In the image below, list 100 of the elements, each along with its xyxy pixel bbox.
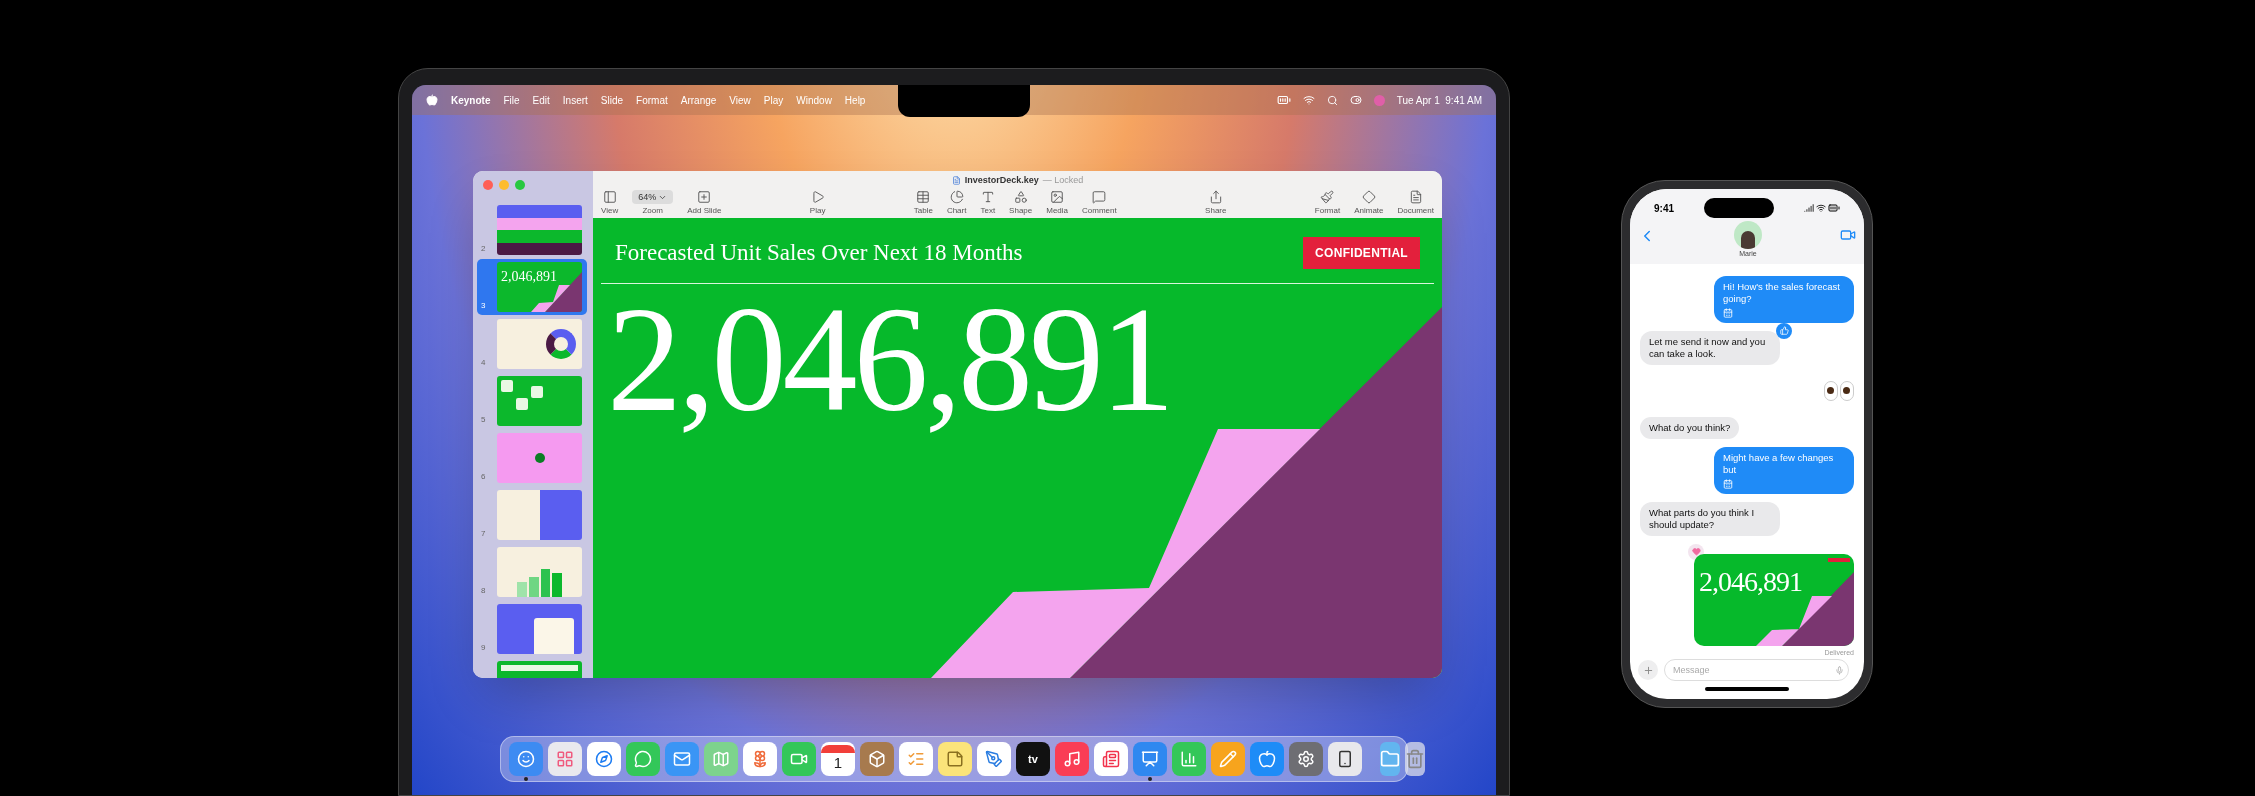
play-icon — [810, 190, 825, 205]
slide-row[interactable]: 2 — [477, 202, 587, 258]
preview-figure: 2,046,891 — [1699, 567, 1802, 596]
microphone-icon[interactable] — [1835, 665, 1844, 675]
battery-icon[interactable] — [1276, 93, 1291, 107]
checklist-icon[interactable] — [899, 742, 933, 776]
slide-row[interactable]: 6 — [477, 430, 587, 486]
sales-figure: 2,046,891 — [606, 283, 1172, 434]
envelope-icon[interactable] — [665, 742, 699, 776]
toolbar-button[interactable]: Add Slide — [683, 190, 726, 216]
menu-item[interactable]: Slide — [600, 92, 624, 108]
menu-item[interactable]: File — [503, 92, 520, 108]
app-grid-icon[interactable] — [548, 742, 582, 776]
wifi-icon[interactable] — [1302, 94, 1315, 106]
search-icon[interactable] — [1326, 94, 1338, 106]
slide-thumbnail[interactable] — [497, 376, 582, 426]
slide-number: 7 — [481, 528, 487, 540]
slide-thumbnail[interactable] — [497, 547, 582, 597]
toolbar-button[interactable]: Chart — [942, 190, 971, 216]
slide-thumbnail[interactable] — [497, 604, 582, 654]
menu-item[interactable]: Help — [844, 92, 866, 108]
bar-chart-icon[interactable] — [1172, 742, 1206, 776]
diamond-icon — [1361, 190, 1376, 205]
toolbar-button[interactable]: Media — [1042, 190, 1073, 216]
avatar-icon[interactable] — [1734, 221, 1762, 249]
toolbar-button[interactable]: 64% Zoom — [628, 190, 678, 216]
drawing-icon[interactable] — [977, 742, 1011, 776]
slide-number: 9 — [481, 642, 487, 654]
colored-orb-icon[interactable] — [1373, 94, 1385, 106]
folder-icon[interactable] — [1380, 742, 1400, 776]
menu-item[interactable]: Edit — [532, 92, 550, 108]
toolbar-button[interactable]: Comment — [1078, 190, 1121, 216]
menu-item[interactable]: View — [729, 92, 751, 108]
pie-chart-icon — [949, 190, 964, 205]
slide-row[interactable]: 9 — [477, 601, 587, 657]
flower-icon[interactable] — [743, 742, 777, 776]
toolbar-button[interactable]: Shape — [1005, 190, 1037, 216]
music-note-icon[interactable] — [1055, 742, 1089, 776]
image-icon — [1050, 190, 1065, 205]
chat-bubble-icon[interactable] — [626, 742, 660, 776]
toolbar-button[interactable]: Format — [1310, 190, 1345, 216]
sidebar-icon — [602, 190, 617, 205]
slide-thumbnail[interactable] — [497, 205, 582, 255]
selected-slide-row[interactable]: 3 2,046,891 — [477, 259, 587, 315]
slide-row[interactable]: 4 — [477, 316, 587, 372]
menu-item[interactable]: Arrange — [680, 92, 717, 108]
slide-row[interactable]: 8 — [477, 544, 587, 600]
menu-item[interactable]: Keynote — [451, 92, 491, 108]
received-message: What do you think? — [1640, 416, 1740, 439]
phone-icon[interactable] — [1328, 742, 1362, 776]
slide-thumbnail[interactable]: 2,046,891 — [497, 262, 582, 312]
slide-row[interactable]: 7 — [477, 487, 587, 543]
pencil-icon[interactable] — [1211, 742, 1245, 776]
smiling-face-icon[interactable] — [509, 742, 543, 776]
signal-icon — [1804, 203, 1814, 213]
menu-item[interactable]: Window — [796, 92, 832, 108]
toolbar-button[interactable]: Document — [1393, 190, 1438, 216]
slide-number: 4 — [481, 357, 487, 369]
gear-icon[interactable] — [1289, 742, 1323, 776]
plus-icon[interactable] — [1638, 660, 1658, 680]
toolbar-button[interactable]: Text — [976, 190, 1000, 216]
message-field[interactable]: Message — [1664, 659, 1849, 681]
toolbar-button[interactable]: Animate — [1350, 190, 1388, 216]
slide-number: 8 — [481, 585, 487, 597]
slide-number: 2 — [481, 243, 487, 255]
notepad-icon[interactable] — [938, 742, 972, 776]
menu-item[interactable]: Insert — [562, 92, 588, 108]
tv-icon[interactable]: tv — [1016, 742, 1050, 776]
table-icon — [916, 190, 931, 205]
map-icon[interactable] — [704, 742, 738, 776]
toggle-icon[interactable] — [1349, 94, 1362, 106]
thumbnail-figure: 2,046,891 — [500, 268, 558, 284]
apple-logo-icon[interactable] — [426, 94, 438, 106]
menu-item[interactable]: Format — [636, 92, 668, 108]
slide-thumbnail[interactable] — [497, 490, 582, 540]
newspaper-icon[interactable] — [1094, 742, 1128, 776]
toolbar-button[interactable]: Share — [1201, 190, 1231, 216]
close-button[interactable] — [483, 180, 493, 190]
slide-title: Forecasted Unit Sales Over Next 18 Months — [615, 239, 1023, 267]
message-text: Might have a few changes but — [1723, 451, 1835, 476]
video-camera-icon[interactable] — [1840, 227, 1856, 243]
menu-clock[interactable]: Tue Apr 1 9:41 AM — [1396, 92, 1482, 108]
shapes-icon — [1013, 190, 1028, 205]
document-icon — [1408, 190, 1423, 205]
calendar-icon[interactable]: 1 — [821, 742, 855, 776]
presentation-icon[interactable] — [1133, 742, 1167, 776]
toolbar-button[interactable]: Table — [909, 190, 937, 216]
slide-thumbnail[interactable] — [497, 433, 582, 483]
video-camera-icon[interactable] — [782, 742, 816, 776]
paintbrush-icon — [1320, 190, 1335, 205]
confidential-mark — [1828, 557, 1850, 562]
trash-icon[interactable] — [1405, 742, 1425, 776]
slide-thumbnail[interactable] — [497, 319, 582, 369]
menu-item[interactable]: Play — [763, 92, 784, 108]
compass-icon[interactable] — [587, 742, 621, 776]
plus-square-icon — [697, 190, 712, 205]
box-icon[interactable] — [860, 742, 894, 776]
slide-row[interactable]: 5 — [477, 373, 587, 429]
toolbar-button[interactable]: View — [597, 190, 623, 216]
toolbar-button[interactable]: Play — [805, 190, 830, 216]
